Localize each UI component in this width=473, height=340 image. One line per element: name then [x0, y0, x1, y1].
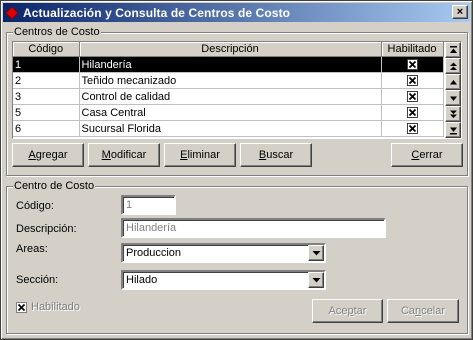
- row-codigo: 2: [13, 72, 80, 89]
- descripcion-field[interactable]: Hilandería: [121, 218, 386, 238]
- cerrar-button[interactable]: Cerrar: [391, 143, 463, 167]
- cancelar-button[interactable]: Ca n celar: [387, 299, 459, 323]
- modificar-button[interactable]: Modificar: [88, 143, 160, 167]
- row-habilitado[interactable]: [381, 104, 444, 121]
- descripcion-label: Descripción:: [16, 223, 77, 235]
- cost-centers-grid[interactable]: Código Descripción Habilitado 1 Hilander…: [12, 41, 462, 139]
- last-record-icon: [450, 127, 457, 135]
- row-codigo: 3: [13, 88, 80, 105]
- close-window-button[interactable]: ×: [452, 5, 468, 19]
- cost-centers-group-title: Centros de Costo: [13, 26, 101, 38]
- scroll-page-up-button[interactable]: [445, 58, 461, 74]
- seccion-label: Sección:: [16, 274, 59, 286]
- page-down-icon: [450, 110, 457, 118]
- title-bar[interactable]: Actualización y Consulta de Centros de C…: [3, 3, 470, 22]
- checkbox-checked-icon[interactable]: [406, 75, 418, 87]
- row-codigo: 5: [13, 104, 80, 121]
- buscar-button[interactable]: Buscar: [240, 143, 312, 167]
- page-up-icon: [450, 62, 457, 70]
- row-descripcion: Sucursal Florida: [79, 120, 382, 137]
- seccion-select[interactable]: Hilado: [121, 270, 326, 290]
- row-habilitado[interactable]: [381, 72, 444, 89]
- areas-select[interactable]: Produccion: [121, 243, 326, 263]
- close-icon: ×: [456, 5, 464, 18]
- row-descripcion: Teñido mecanizado: [79, 72, 382, 89]
- aceptar-button[interactable]: Ace p tar: [312, 299, 383, 323]
- scroll-down-button[interactable]: [445, 90, 461, 106]
- column-header-codigo[interactable]: Código: [13, 42, 80, 57]
- checkbox-checked-icon[interactable]: [406, 59, 418, 71]
- column-header-habilitado[interactable]: Habilitado: [381, 42, 444, 57]
- chevron-down-icon: [312, 278, 321, 283]
- codigo-field[interactable]: 1: [121, 195, 176, 215]
- eliminar-button[interactable]: Eliminar: [164, 143, 236, 167]
- seccion-dropdown-button[interactable]: [308, 272, 324, 288]
- checkbox-checked-icon: [17, 303, 26, 312]
- scroll-first-button[interactable]: [445, 42, 461, 58]
- table-row[interactable]: 1 Hilandería: [13, 56, 444, 73]
- scroll-up-button[interactable]: [445, 74, 461, 90]
- row-descripcion: Hilandería: [79, 56, 382, 73]
- areas-selected-value: Produccion: [126, 247, 182, 259]
- checkbox-checked-icon[interactable]: [406, 91, 418, 103]
- row-habilitado[interactable]: [381, 88, 444, 105]
- habilitado-checkbox[interactable]: [16, 302, 27, 313]
- row-codigo: 6: [13, 120, 80, 137]
- row-codigo: 1: [13, 56, 80, 73]
- areas-dropdown-button[interactable]: [308, 245, 324, 261]
- codigo-label: Código:: [16, 200, 54, 212]
- row-habilitado[interactable]: [381, 120, 444, 137]
- seccion-selected-value: Hilado: [126, 274, 158, 286]
- arrow-down-icon: [450, 96, 457, 101]
- table-row[interactable]: 5 Casa Central: [13, 104, 444, 121]
- window-title: Actualización y Consulta de Centros de C…: [23, 5, 291, 20]
- row-descripcion: Control de calidad: [79, 88, 382, 105]
- first-record-icon: [450, 46, 457, 53]
- checkbox-checked-icon[interactable]: [406, 123, 418, 135]
- scroll-last-button[interactable]: [445, 122, 461, 138]
- chevron-down-icon: [312, 251, 321, 256]
- row-descripcion: Casa Central: [79, 104, 382, 121]
- areas-label: Areas:: [16, 243, 48, 255]
- checkbox-checked-icon[interactable]: [406, 107, 418, 119]
- column-header-descripcion[interactable]: Descripción: [79, 42, 382, 57]
- main-window: Actualización y Consulta de Centros de C…: [0, 0, 473, 340]
- table-row[interactable]: 3 Control de calidad: [13, 88, 444, 105]
- table-row[interactable]: 2 Teñido mecanizado: [13, 72, 444, 89]
- table-row[interactable]: 6 Sucursal Florida: [13, 120, 444, 137]
- habilitado-label: Habilitado: [31, 301, 80, 313]
- scroll-page-down-button[interactable]: [445, 106, 461, 122]
- arrow-up-icon: [450, 80, 457, 85]
- cost-center-detail-group-title: Centro de Costo: [13, 180, 96, 192]
- row-habilitado[interactable]: [381, 56, 444, 73]
- agregar-button[interactable]: Agregar: [12, 143, 84, 167]
- vertical-scrollbar[interactable]: [445, 42, 461, 138]
- red-diamond-icon: [5, 5, 19, 20]
- cost-centers-table: Código Descripción Habilitado 1 Hilander…: [13, 42, 444, 137]
